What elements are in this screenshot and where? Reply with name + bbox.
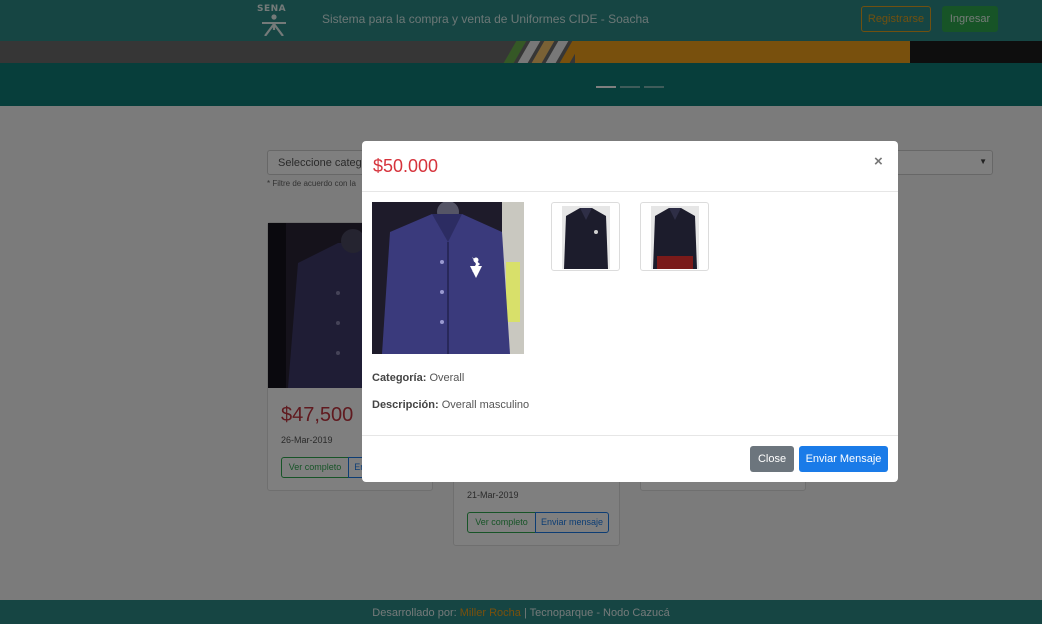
category-label: Categoría: <box>372 372 427 384</box>
modal-price: $50.000 <box>373 156 439 176</box>
product-thumbnail[interactable] <box>551 202 620 271</box>
overall-jacket-image <box>372 202 524 354</box>
product-thumbnail[interactable] <box>640 202 709 271</box>
close-icon[interactable]: × <box>874 153 883 170</box>
send-message-button[interactable]: Enviar Mensaje <box>799 446 888 472</box>
category-value: Overall <box>429 372 465 384</box>
description-value: Overall masculino <box>441 399 530 411</box>
modal-header <box>362 141 898 192</box>
category-field: Categoría: Overall <box>372 372 464 384</box>
jacket-thumbnail-image <box>562 206 610 269</box>
description-label: Descripción: <box>372 399 439 411</box>
product-main-image[interactable] <box>372 202 524 354</box>
close-button[interactable]: Close <box>750 446 794 472</box>
product-modal: $50.000 × Categoría: Overall Descripción… <box>362 141 898 482</box>
jacket-thumbnail-image <box>651 206 699 269</box>
description-field: Descripción: Overall masculino <box>372 399 529 411</box>
